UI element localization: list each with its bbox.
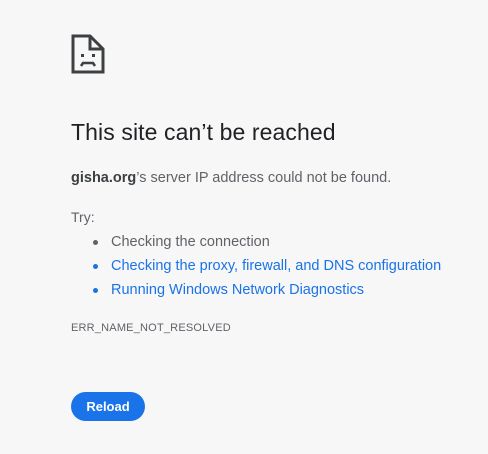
- error-summary: gisha.org’s server IP address could not …: [71, 170, 391, 186]
- network-diagnostics-link[interactable]: Running Windows Network Diagnostics: [111, 282, 364, 298]
- error-code: ERR_NAME_NOT_RESOLVED: [71, 322, 231, 334]
- error-page: This site can’t be reached gisha.org’s s…: [0, 0, 488, 454]
- sad-page-icon: [71, 34, 105, 74]
- suggestion-item: Checking the connection: [71, 233, 441, 257]
- bullet-icon: [93, 264, 98, 269]
- suggestions-list: Checking the connection Checking the pro…: [71, 233, 441, 305]
- error-host: gisha.org: [71, 170, 137, 186]
- proxy-firewall-dns-link[interactable]: Checking the proxy, firewall, and DNS co…: [111, 258, 441, 274]
- suggestion-item: Checking the proxy, firewall, and DNS co…: [71, 257, 441, 281]
- bullet-icon: [93, 240, 98, 245]
- suggestion-check-connection: Checking the connection: [111, 234, 270, 250]
- try-label: Try:: [71, 209, 95, 225]
- error-summary-text: ’s server IP address could not be found.: [136, 170, 392, 186]
- reload-button[interactable]: Reload: [71, 392, 145, 421]
- suggestion-item: Running Windows Network Diagnostics: [71, 281, 441, 305]
- bullet-icon: [93, 288, 98, 293]
- page-title: This site can’t be reached: [71, 119, 336, 145]
